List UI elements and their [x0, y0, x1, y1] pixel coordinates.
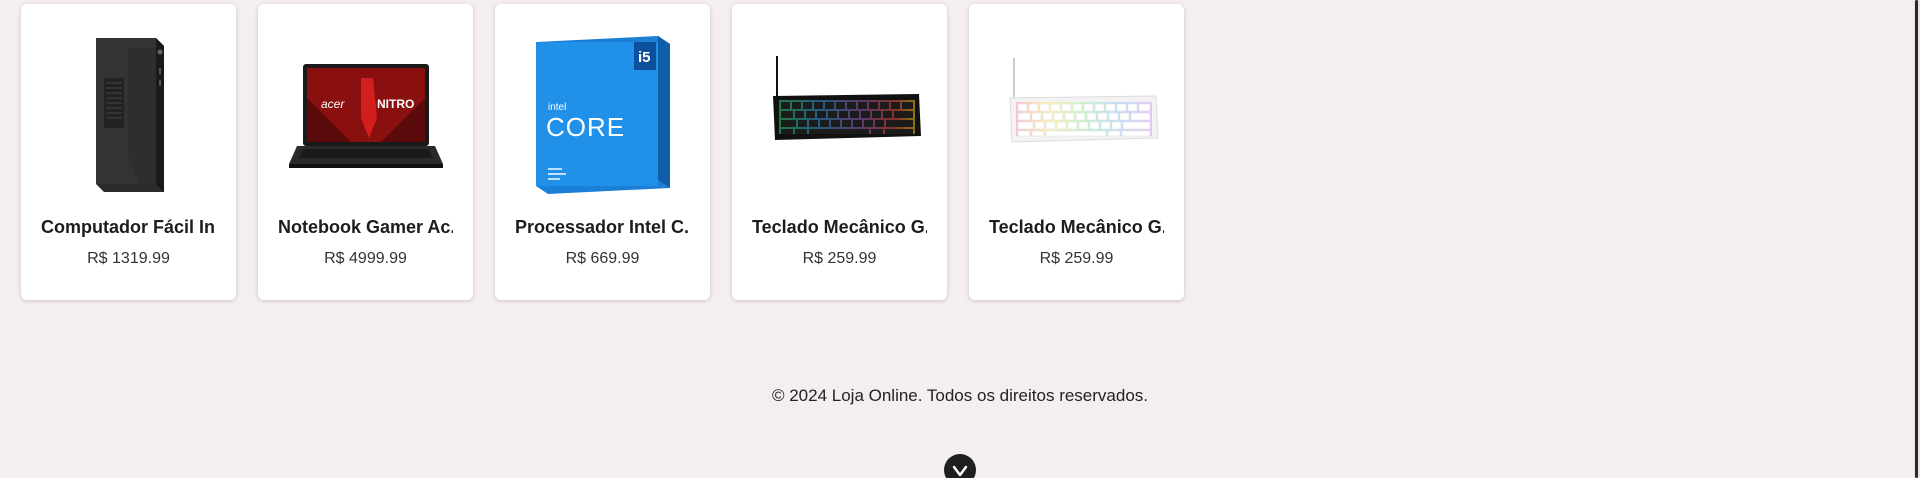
product-name[interactable]: Teclado Mecânico G... [752, 217, 927, 238]
svg-text:NITRO: NITRO [377, 97, 414, 111]
page: Computador Fácil In... R$ 1319.99 acer N… [0, 0, 1920, 478]
product-image [755, 28, 925, 198]
product-image: i5 intel CORE [518, 28, 688, 198]
product-card[interactable]: i5 intel CORE Processador Intel C... R$ … [495, 4, 710, 300]
product-name[interactable]: Computador Fácil In... [41, 217, 216, 238]
product-price: R$ 669.99 [565, 250, 640, 267]
product-name[interactable]: Processador Intel C... [515, 217, 690, 238]
cpu-box-model-text: CORE [546, 112, 625, 142]
product-card[interactable]: Teclado Mecânico G... R$ 259.99 [969, 4, 1184, 300]
cpu-box-icon: i5 intel CORE [535, 36, 670, 194]
chevron-down-icon [952, 465, 968, 477]
product-grid: Computador Fácil In... R$ 1319.99 acer N… [21, 4, 1184, 300]
cpu-box-tier-text: i5 [638, 49, 651, 66]
footer-copyright: © 2024 Loja Online. Todos os direitos re… [771, 386, 1149, 405]
product-name[interactable]: Notebook Gamer Ac... [278, 217, 453, 238]
laptop-icon: acer NITRO [288, 64, 443, 168]
product-name[interactable]: Teclado Mecânico G... [989, 217, 1164, 238]
product-image: acer NITRO [281, 28, 451, 198]
product-card[interactable]: Teclado Mecânico G... R$ 259.99 [732, 4, 947, 300]
scrollbar-track[interactable] [1914, 0, 1920, 478]
product-card[interactable]: Computador Fácil In... R$ 1319.99 [21, 4, 236, 300]
svg-text:acer: acer [321, 97, 345, 111]
product-card[interactable]: acer NITRO Notebook Gamer Ac... R$ 4999.… [258, 4, 473, 300]
keyboard-white-rgb-icon [1008, 58, 1159, 143]
scroll-down-button[interactable] [944, 454, 976, 478]
desktop-tower-icon [95, 38, 164, 192]
product-image [44, 28, 214, 198]
keyboard-black-rgb-icon [772, 56, 921, 140]
product-image [992, 28, 1162, 198]
product-price: R$ 259.99 [1039, 250, 1114, 267]
scrollbar-thumb[interactable] [1915, 0, 1918, 478]
product-price: R$ 1319.99 [87, 250, 170, 267]
product-price: R$ 4999.99 [324, 250, 407, 267]
product-price: R$ 259.99 [802, 250, 877, 267]
